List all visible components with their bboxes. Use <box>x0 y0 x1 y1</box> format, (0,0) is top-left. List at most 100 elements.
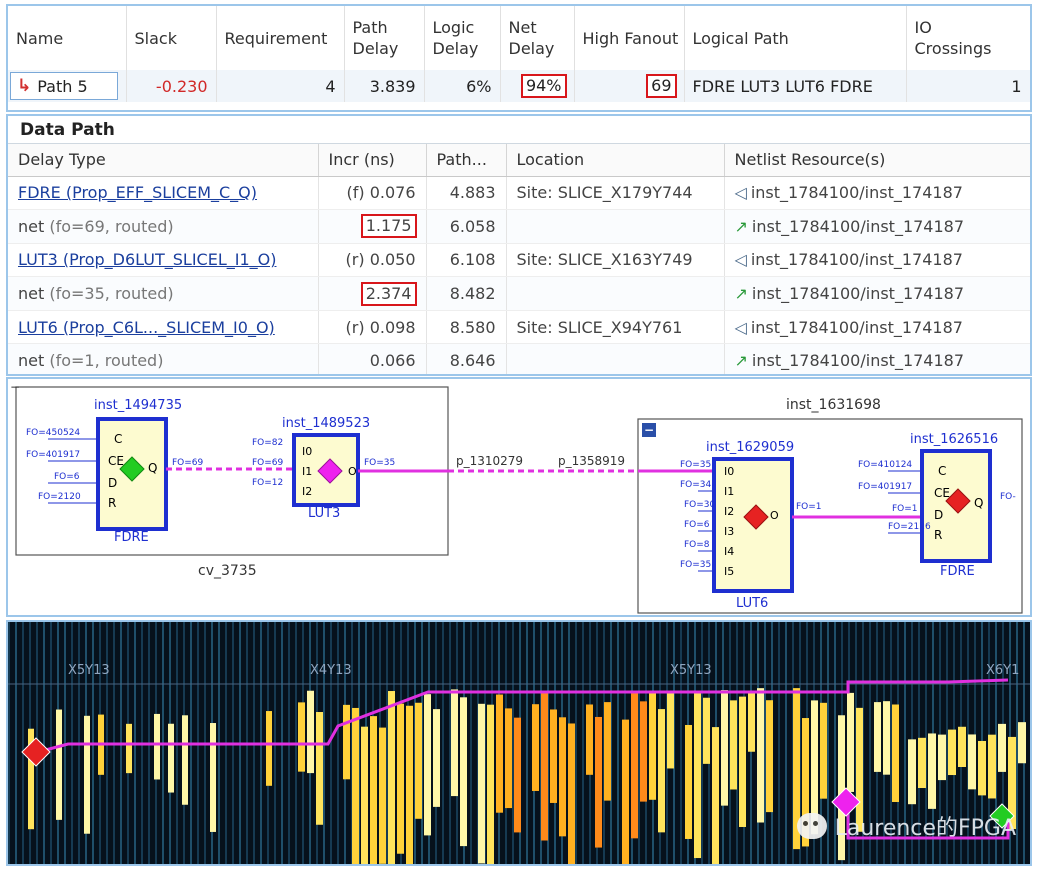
clock-region-label: X5Y13 <box>68 663 110 678</box>
congestion-tile <box>847 692 854 792</box>
congestion-tile <box>154 713 160 780</box>
congestion-tile <box>415 702 422 819</box>
congestion-tile <box>487 704 494 864</box>
device-column <box>778 622 780 864</box>
svg-text:Q: Q <box>148 461 157 475</box>
table-row[interactable]: FDRE (Prop_EFF_SLICEM_C_Q) (f) 0.076 4.8… <box>8 176 1030 211</box>
data-path-panel: Data Path Delay Type Incr (ns) Path... L… <box>6 114 1032 376</box>
net-delay-highlight: 94% <box>520 74 567 98</box>
col-header-name[interactable]: Name <box>8 6 127 70</box>
delay-type-link[interactable]: LUT3 (Prop_D6LUT_SLICEL_I1_O) <box>18 250 276 269</box>
svg-text:I5: I5 <box>724 565 734 578</box>
table-row[interactable]: net (fo=35, routed) 2.374 8.482 ↗ inst_17… <box>8 276 1030 311</box>
svg-text:FO=410124: FO=410124 <box>858 460 912 470</box>
congestion-tile <box>757 688 764 823</box>
congestion-tile <box>505 708 512 809</box>
delay-type-link[interactable]: LUT6 (Prop_C6L..._SLICEM_I0_O) <box>18 318 275 337</box>
hier-group-left-label: cv_3735 <box>198 563 257 579</box>
svg-text:FO=82: FO=82 <box>252 438 283 448</box>
col-header-requirement[interactable]: Requirement <box>216 6 345 70</box>
congestion-tile <box>883 701 890 775</box>
congestion-tile <box>658 709 665 833</box>
device-column <box>764 622 766 864</box>
svg-text:FO=401917: FO=401917 <box>858 482 912 492</box>
net-arrow-icon: ↗ <box>734 351 748 371</box>
delay-type-link[interactable]: FDRE (Prop_EFF_SLICEM_C_Q) <box>18 183 257 202</box>
table-row[interactable]: ↳ Path 5 -0.230 4 3.839 6% 94% 69 FDRE LU… <box>8 70 1030 102</box>
col-header-slack[interactable]: Slack <box>126 6 217 70</box>
col-header-io-crossings[interactable]: IO Crossings <box>906 6 1030 70</box>
congestion-tile <box>1018 722 1026 764</box>
col-header-netlist-resource[interactable]: Netlist Resource(s) <box>724 144 1030 177</box>
svg-text:FO=69: FO=69 <box>252 458 284 468</box>
device-column <box>15 622 17 864</box>
col-header-delay-type[interactable]: Delay Type <box>8 144 319 177</box>
congestion-tile <box>451 689 458 797</box>
cell-inst-label: inst_1494735 <box>94 398 182 413</box>
svg-text:FO=35: FO=35 <box>680 460 711 470</box>
svg-text:FO=69: FO=69 <box>172 458 204 468</box>
net-arrow-icon: ↗ <box>734 284 748 304</box>
congestion-tile <box>478 703 485 864</box>
cell-type-label: FDRE <box>940 564 975 579</box>
svg-text:Q: Q <box>974 496 983 510</box>
table-row[interactable]: net (fo=69, routed) 1.175 6.058 ↗ inst_17… <box>8 209 1030 244</box>
hier-group-right-label: inst_1631698 <box>786 397 881 413</box>
congestion-tile <box>388 691 395 864</box>
watermark: Laurence的FPGA <box>796 810 1016 842</box>
congestion-tile <box>559 717 566 837</box>
congestion-tile <box>460 697 467 847</box>
col-header-logic-delay[interactable]: Logic Delay <box>424 6 501 70</box>
congestion-tile <box>266 711 272 786</box>
congestion-tile <box>84 715 90 834</box>
device-column <box>638 622 640 864</box>
incr-highlight: 1.175 <box>360 214 417 239</box>
collapse-icon[interactable]: − <box>10 380 20 394</box>
svg-text:FO=2120: FO=2120 <box>38 492 81 502</box>
cell-type-label: FDRE <box>114 530 149 545</box>
table-row[interactable]: LUT6 (Prop_C6L..._SLICEM_I0_O) (r) 0.098… <box>8 310 1030 345</box>
path-name-cell[interactable]: ↳ Path 5 <box>8 70 127 102</box>
logical-path-value: FDRE LUT3 LUT6 FDRE <box>684 70 907 102</box>
congestion-tile <box>168 723 174 793</box>
col-header-logical-path[interactable]: Logical Path <box>684 6 907 70</box>
device-column <box>43 622 45 864</box>
schematic-panel: − cv_3735 − inst_1631698 inst_1494735 FD… <box>6 377 1032 617</box>
congestion-tile <box>712 727 719 864</box>
col-header-path[interactable]: Path... <box>426 144 507 177</box>
svg-text:FO=401917: FO=401917 <box>26 450 80 460</box>
port-label: p_1358919 <box>558 454 625 468</box>
congestion-tile <box>496 694 503 813</box>
col-header-path-delay[interactable]: Path Delay <box>344 6 425 70</box>
data-path-table: Delay Type Incr (ns) Path... Location Ne… <box>8 144 1030 374</box>
device-column <box>337 622 339 864</box>
net-delay-cell: 94% <box>500 70 575 102</box>
svg-text:FO=35: FO=35 <box>364 458 395 468</box>
schematic-canvas[interactable]: − cv_3735 − inst_1631698 inst_1494735 FD… <box>8 379 1030 615</box>
start-cell-marker-icon[interactable] <box>21 737 51 767</box>
congestion-tile <box>433 709 440 807</box>
congestion-tile <box>640 701 647 802</box>
svg-text:I1: I1 <box>724 485 734 498</box>
table-row[interactable]: LUT3 (Prop_D6LUT_SLICEL_I1_O) (r) 0.050 … <box>8 243 1030 278</box>
device-column <box>330 622 332 864</box>
net-arrow-icon: ↗ <box>734 216 748 236</box>
svg-text:FO=30: FO=30 <box>684 500 716 510</box>
col-header-incr[interactable]: Incr (ns) <box>318 144 427 177</box>
table-row[interactable]: net (fo=1, routed) 0.066 8.646 ↗ inst_178… <box>8 343 1030 374</box>
svg-text:O: O <box>770 509 779 522</box>
congestion-tile <box>721 690 728 806</box>
device-column <box>386 622 388 864</box>
path-delay-value: 3.839 <box>344 70 425 102</box>
congestion-tile <box>361 726 368 864</box>
device-column <box>680 622 682 864</box>
col-header-net-delay[interactable]: Net Delay <box>500 6 575 70</box>
congestion-tile <box>739 696 746 827</box>
svg-text:I2: I2 <box>302 485 312 498</box>
congestion-tile <box>820 702 827 799</box>
col-header-location[interactable]: Location <box>506 144 725 177</box>
congestion-tile <box>210 723 216 832</box>
data-path-title: Data Path <box>8 116 1030 144</box>
col-header-high-fanout[interactable]: High Fanout <box>574 6 685 70</box>
congestion-tile <box>667 691 674 769</box>
